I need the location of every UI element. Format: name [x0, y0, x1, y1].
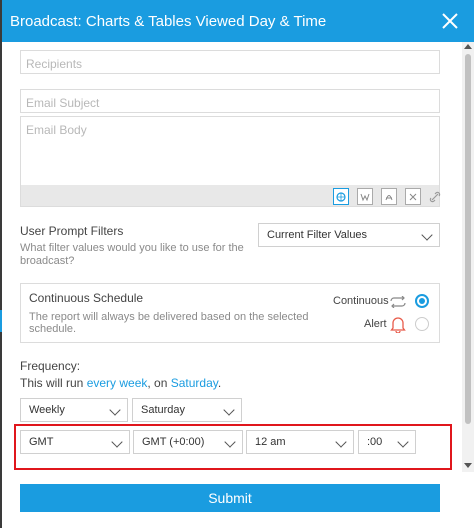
frequency-period-select[interactable]: Weekly	[20, 398, 128, 422]
dialog-content: Recipients Email Subject Email Body User…	[2, 42, 462, 470]
alert-label: Alert	[364, 318, 387, 330]
broadcast-dialog: Broadcast: Charts & Tables Viewed Day & …	[2, 0, 474, 528]
minute-select[interactable]: :00	[358, 430, 416, 454]
continuous-schedule-box: Continuous Schedule The report will alwa…	[20, 283, 440, 343]
scroll-up-arrow-icon[interactable]	[464, 44, 472, 49]
frequency-day-value: Saturday	[141, 404, 186, 416]
user-prompt-description-2: broadcast?	[20, 255, 75, 267]
timezone-select[interactable]: GMT	[20, 430, 130, 454]
frequency-sentence-suffix: .	[217, 376, 222, 390]
scroll-down-arrow-icon[interactable]	[464, 463, 472, 468]
hour-select[interactable]: 12 am	[246, 430, 354, 454]
chevron-down-icon	[109, 404, 121, 416]
chevron-down-icon	[397, 436, 409, 448]
frequency-day-select[interactable]: Saturday	[132, 398, 242, 422]
submit-button[interactable]: Submit	[20, 484, 440, 512]
continuous-radio[interactable]	[415, 294, 429, 308]
chevron-down-icon	[224, 436, 236, 448]
close-icon[interactable]	[438, 9, 462, 33]
frequency-label: Frequency:	[20, 359, 81, 373]
dialog-title: Broadcast: Charts & Tables Viewed Day & …	[10, 12, 327, 30]
timezone-offset-value: GMT (+0:00)	[142, 436, 205, 448]
user-prompt-label: User Prompt Filters	[20, 224, 124, 238]
pdf-format-icon[interactable]	[381, 188, 397, 205]
user-prompt-select-value: Current Filter Values	[267, 229, 368, 241]
continuous-label: Continuous	[333, 295, 389, 307]
chevron-down-icon	[421, 229, 433, 241]
user-prompt-select[interactable]: Current Filter Values	[258, 223, 440, 247]
chevron-down-icon	[111, 436, 123, 448]
schedule-description-2: schedule.	[29, 323, 77, 335]
timezone-offset-select[interactable]: GMT (+0:00)	[133, 430, 243, 454]
timezone-value: GMT	[29, 436, 54, 448]
email-subject-field[interactable]: Email Subject	[20, 89, 440, 113]
dialog-titlebar: Broadcast: Charts & Tables Viewed Day & …	[2, 0, 474, 42]
dialog-scrollbar[interactable]	[462, 42, 474, 472]
chevron-down-icon	[223, 404, 235, 416]
repeat-icon	[389, 295, 407, 313]
user-prompt-description-1: What filter values would you like to use…	[20, 242, 244, 254]
word-format-icon[interactable]	[357, 188, 373, 205]
frequency-sentence: This will run every week, on Saturday.	[20, 376, 221, 390]
scrollbar-thumb[interactable]	[465, 54, 471, 424]
frequency-period-link[interactable]: every week	[87, 376, 148, 390]
bell-icon	[389, 315, 407, 338]
frequency-day-link[interactable]: Saturday	[171, 376, 218, 390]
schedule-title: Continuous Schedule	[29, 291, 144, 305]
frequency-sentence-middle: , on	[147, 376, 171, 390]
recipients-field[interactable]: Recipients	[20, 50, 440, 74]
web-format-icon[interactable]	[333, 188, 349, 205]
frequency-period-value: Weekly	[29, 404, 65, 416]
link-icon[interactable]	[427, 188, 443, 205]
alert-radio[interactable]	[415, 317, 429, 331]
email-body-toolbar	[20, 185, 443, 207]
frequency-sentence-prefix: This will run	[20, 376, 87, 390]
minute-value: :00	[367, 436, 383, 448]
chevron-down-icon	[335, 436, 347, 448]
excel-format-icon[interactable]	[405, 188, 421, 205]
hour-value: 12 am	[255, 436, 286, 448]
